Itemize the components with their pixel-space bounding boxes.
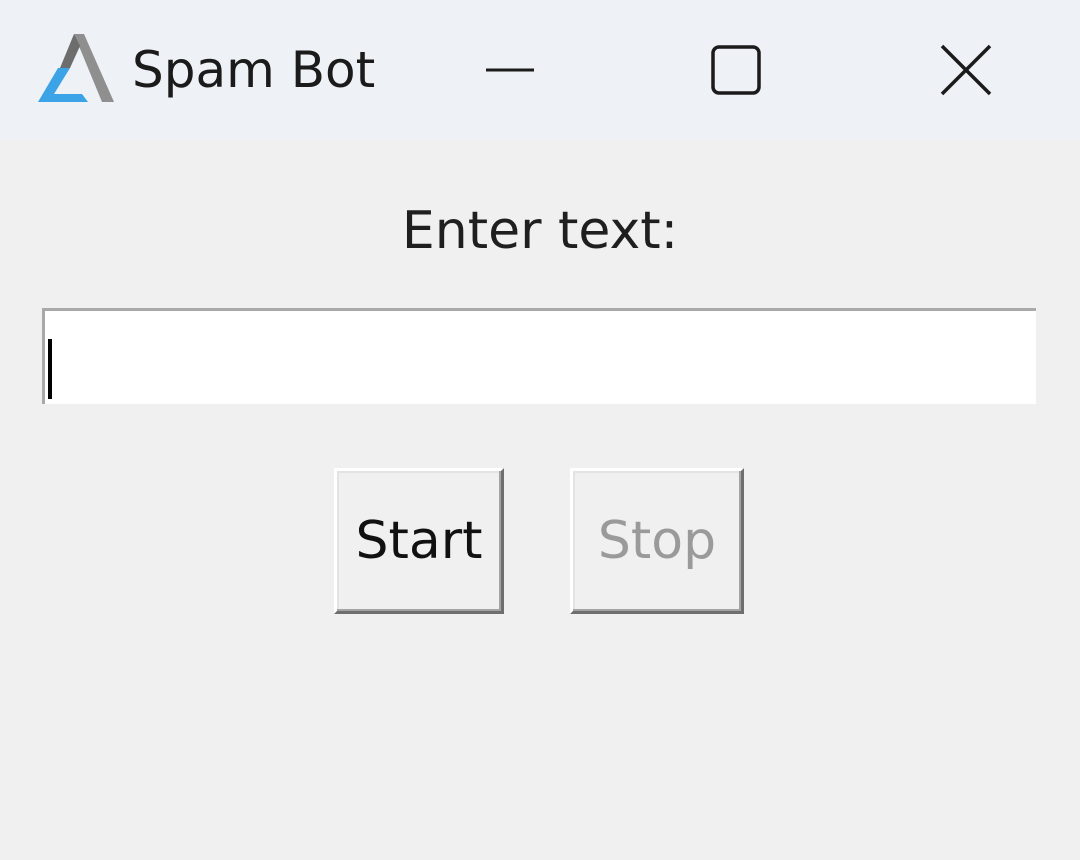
close-button[interactable] — [906, 20, 1026, 120]
minimize-button[interactable] — [450, 20, 570, 120]
stop-button[interactable]: Stop — [570, 468, 744, 614]
window-title: Spam Bot — [132, 41, 376, 99]
text-input[interactable] — [45, 311, 1036, 404]
title-bar[interactable]: Spam Bot — [0, 0, 1080, 140]
enter-text-label: Enter text: — [401, 201, 679, 261]
minimize-icon — [484, 65, 536, 75]
text-caret — [48, 339, 52, 399]
maximize-button[interactable] — [676, 20, 796, 120]
text-entry-field[interactable] — [42, 308, 1036, 404]
close-icon — [939, 43, 993, 97]
app-logo-icon — [36, 32, 116, 108]
start-button[interactable]: Start — [334, 468, 504, 614]
maximize-icon — [710, 44, 762, 96]
spam-bot-window: Spam Bot Enter text: Start Stop — [0, 0, 1080, 860]
